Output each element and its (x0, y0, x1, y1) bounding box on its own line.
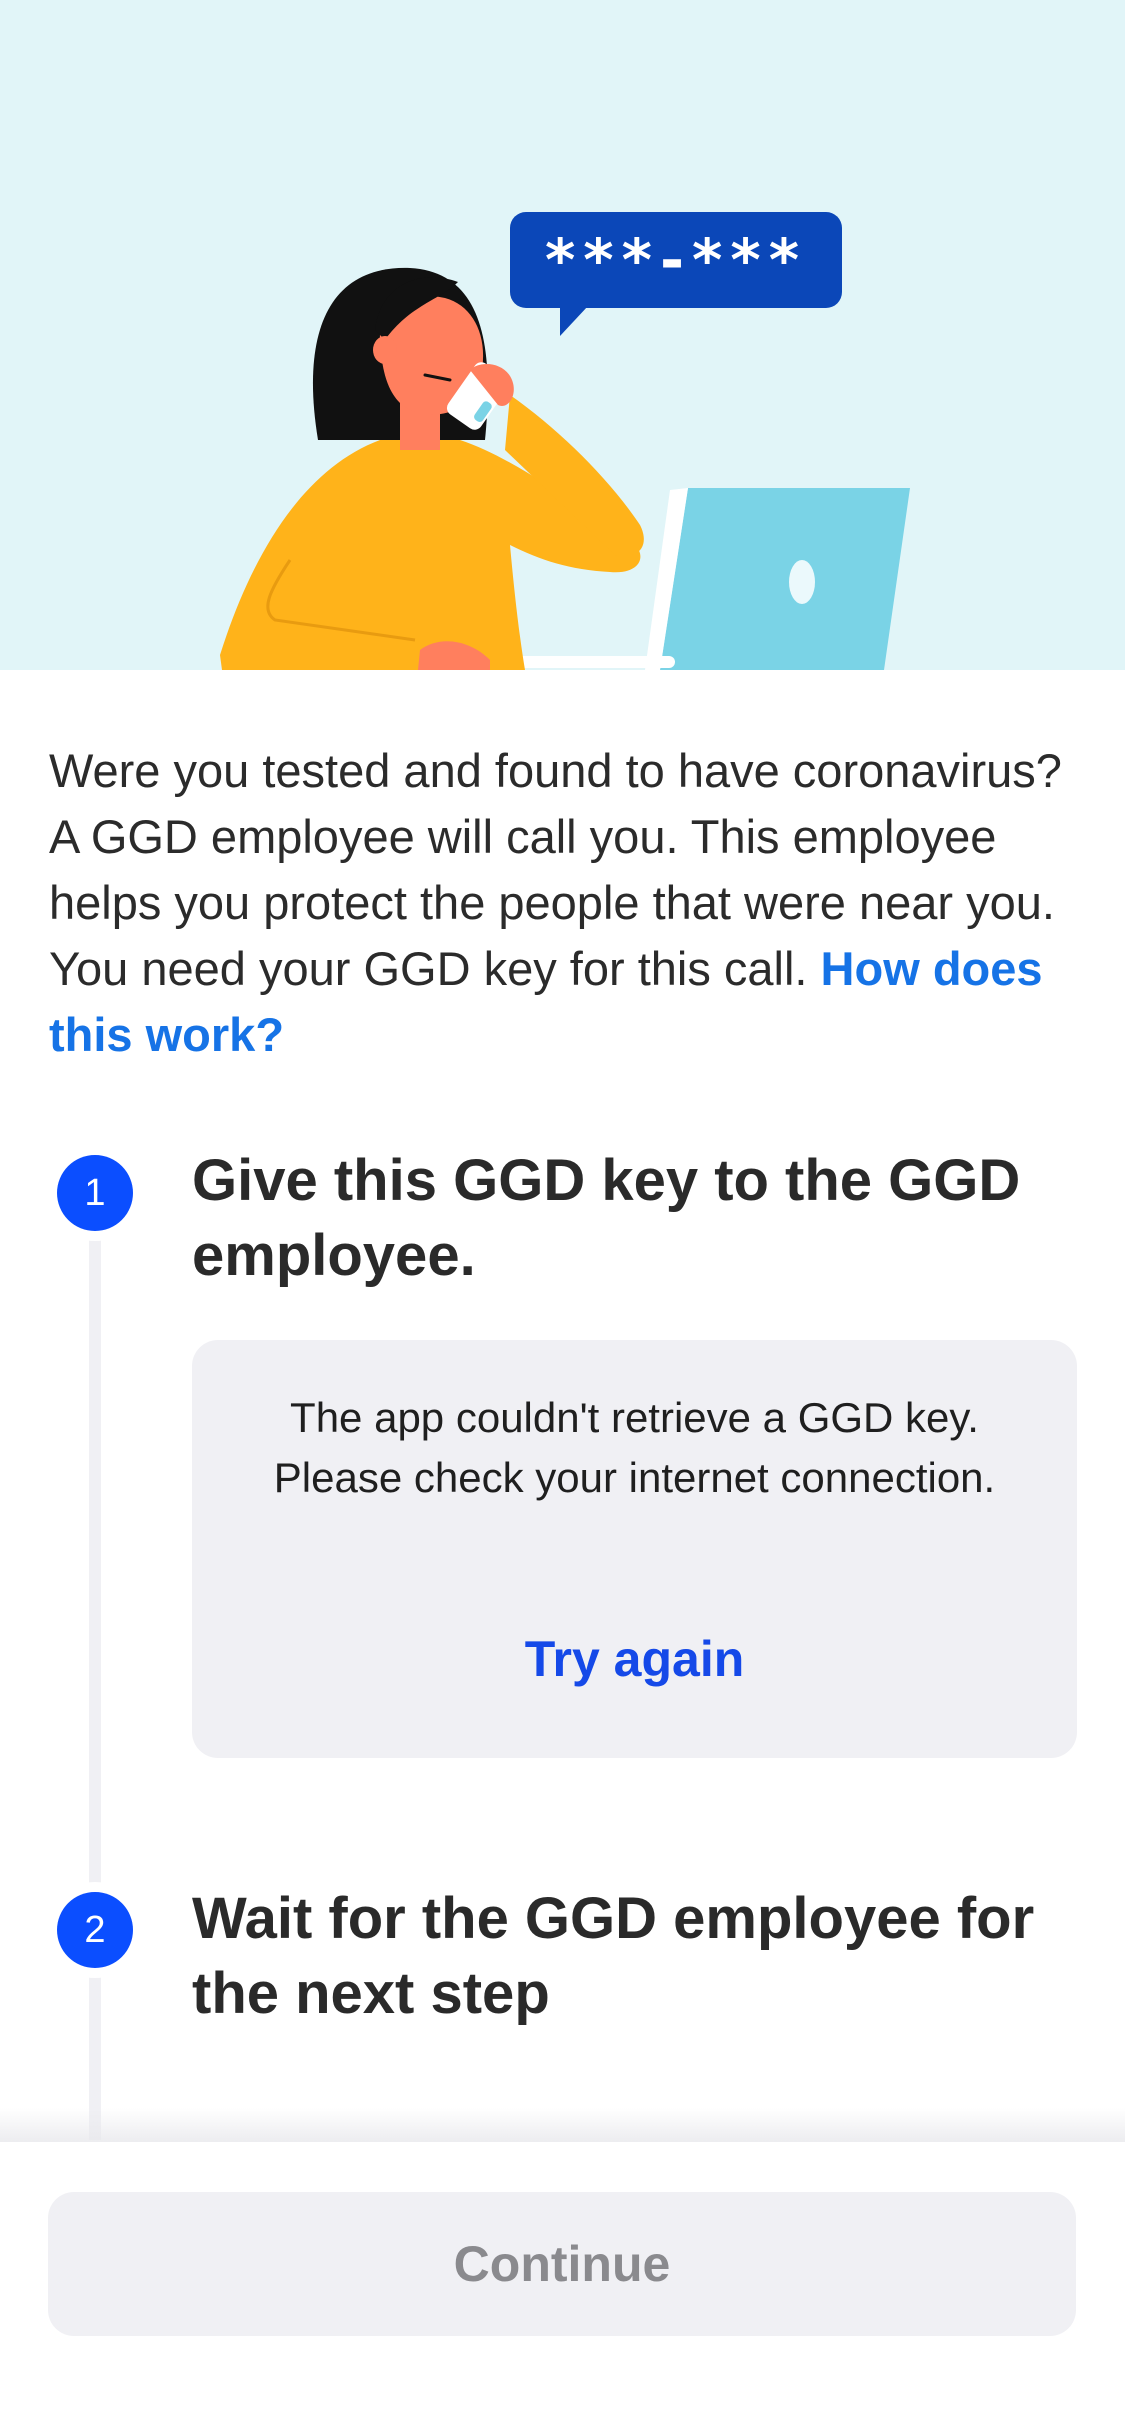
hero-illustration: ***-*** (0, 0, 1125, 670)
step-1-title: Give this GGD key to the GGD employee. (192, 1148, 1021, 1288)
woman-on-phone-illustration (220, 212, 910, 670)
step-2-badge: 2 (57, 1892, 133, 1968)
step-2-title: Wait for the GGD employee for the next s… (192, 1886, 1035, 2026)
bottom-bar: Continue (0, 2142, 1125, 2436)
step-1-number: 1 (84, 1171, 106, 1214)
timeline-line (89, 1230, 101, 2140)
try-again-button[interactable]: Try again (192, 1630, 1077, 1688)
continue-button[interactable]: Continue (48, 2192, 1076, 2336)
error-message: The app couldn't retrieve a GGD key. Ple… (273, 1394, 996, 1501)
ggd-key-error-card: The app couldn't retrieve a GGD key. Ple… (192, 1340, 1077, 1758)
intro-paragraph: Were you tested and found to have corona… (49, 738, 1079, 1068)
speech-bubble-text: ***-*** (544, 226, 808, 294)
bottom-divider-shadow (0, 2108, 1125, 2142)
step-2-number: 2 (84, 1908, 106, 1951)
woman (220, 267, 644, 670)
step-1-badge: 1 (57, 1155, 133, 1231)
